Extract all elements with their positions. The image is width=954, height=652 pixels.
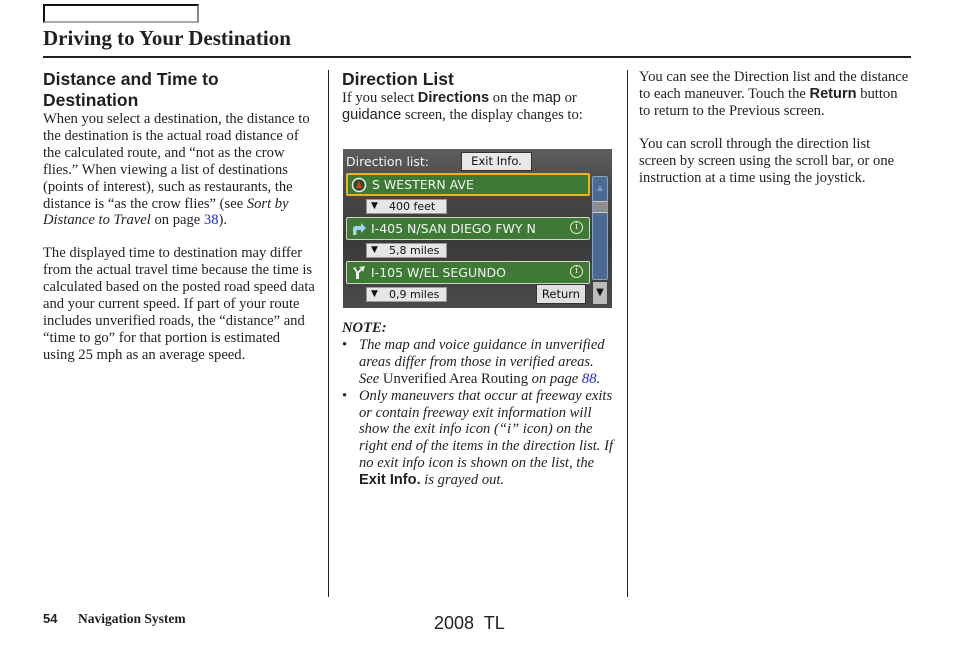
footer-section-title: Navigation System [78, 611, 186, 626]
section-heading-direction-list: Direction List [342, 69, 454, 89]
cross-reference: Unverified Area Routing [382, 370, 528, 387]
note-text: Only maneuvers that occur at freeway exi… [359, 387, 614, 472]
note-label: NOTE: [342, 320, 387, 336]
note-item: • The map and voice guidance in unverifie… [342, 337, 614, 388]
paragraph-text: on the [489, 90, 533, 106]
paragraph-text: or [560, 90, 577, 106]
direction-distance-3: ▼ 0,9 miles [366, 287, 447, 302]
left-column: Distance and Time to Destination When yo… [43, 69, 315, 364]
note-text: . [596, 370, 601, 387]
page-number: 54 [43, 611, 58, 626]
right-column: You can see the Direction list and the d… [639, 69, 911, 186]
directions-term: Directions [417, 90, 490, 106]
page-link-88[interactable]: 88 [582, 371, 597, 387]
direction-item-3[interactable]: I-105 W/EL SEGUNDO i [346, 261, 590, 284]
turn-right-arrow-icon [350, 220, 367, 237]
paragraph-text: on page [150, 212, 204, 229]
direction-distance-2: ▼ 5,8 miles [366, 243, 447, 258]
distance-value: 400 feet [389, 200, 436, 213]
page-link-38[interactable]: 38 [204, 212, 219, 228]
direction-item-label: S WESTERN AVE [372, 177, 474, 192]
map-term: map [532, 90, 561, 106]
down-triangle-icon: ▼ [371, 289, 378, 299]
scroll-up-arrow-icon[interactable]: ▲ [593, 177, 607, 199]
scroll-down-button[interactable]: ▼ [592, 281, 608, 305]
paragraph-intro: If you select Directions on the map or g… [342, 90, 614, 124]
paragraph-text: screen, the display changes to: [401, 106, 583, 123]
return-term: Return [809, 85, 857, 102]
middle-column: Direction List If you select Directions … [342, 69, 614, 124]
direction-item-label: I-105 W/EL SEGUNDO [371, 265, 506, 280]
distance-value: 0,9 miles [389, 288, 440, 301]
direction-item-label: I-405 N/SAN DIEGO FWY N [371, 221, 536, 236]
screen-title: Direction list: [346, 154, 430, 169]
paragraph-return: You can see the Direction list and the d… [639, 69, 911, 120]
fork-right-icon [350, 264, 367, 281]
bullet-icon: • [342, 336, 348, 353]
guidance-term: guidance [342, 106, 402, 123]
paragraph-scroll: You can scroll through the direction lis… [639, 135, 895, 186]
paragraph-time: The displayed time to destination may di… [43, 245, 315, 363]
bullet-icon: • [342, 387, 348, 404]
paragraph-text: If you select [342, 90, 418, 106]
distance-value: 5,8 miles [389, 244, 440, 257]
direction-distance-1: ▼ 400 feet [366, 199, 447, 214]
section-heading-distance-time: Distance and Time to Destination [43, 69, 219, 110]
return-button[interactable]: Return [536, 284, 586, 304]
paragraph-text: ). [218, 212, 228, 229]
paragraph-distance: When you select a destination, the dista… [43, 111, 315, 229]
exit-info-icon[interactable]: i [570, 221, 583, 234]
down-triangle-icon: ▼ [371, 201, 378, 211]
page-title: Driving to Your Destination [43, 26, 291, 50]
note-text: is grayed out. [420, 472, 505, 489]
note-item: • Only maneuvers that occur at freeway ex… [342, 388, 614, 489]
section-tab-box [43, 4, 199, 23]
start-compass-icon [351, 177, 368, 194]
column-divider-2 [627, 70, 628, 597]
note-text: on page [528, 370, 582, 387]
note-block: NOTE: • The map and voice guidance in unv… [342, 320, 614, 489]
exit-info-icon[interactable]: i [570, 265, 583, 278]
scrollbar-thumb[interactable] [593, 201, 607, 213]
exit-info-button[interactable]: Exit Info. [461, 152, 532, 171]
down-triangle-icon: ▼ [371, 245, 378, 255]
footer-model: 2008 TL [434, 613, 505, 633]
title-rule [43, 56, 911, 58]
direction-item-1[interactable]: S WESTERN AVE [346, 173, 590, 196]
scrollbar[interactable]: ▲ [592, 176, 608, 280]
direction-item-2[interactable]: I-405 N/SAN DIEGO FWY N i [346, 217, 590, 240]
exit-info-term: Exit Info. [359, 472, 421, 489]
column-divider-1 [328, 70, 329, 597]
direction-list-screen: Direction list: Exit Info. S WESTERN AVE… [343, 149, 612, 308]
